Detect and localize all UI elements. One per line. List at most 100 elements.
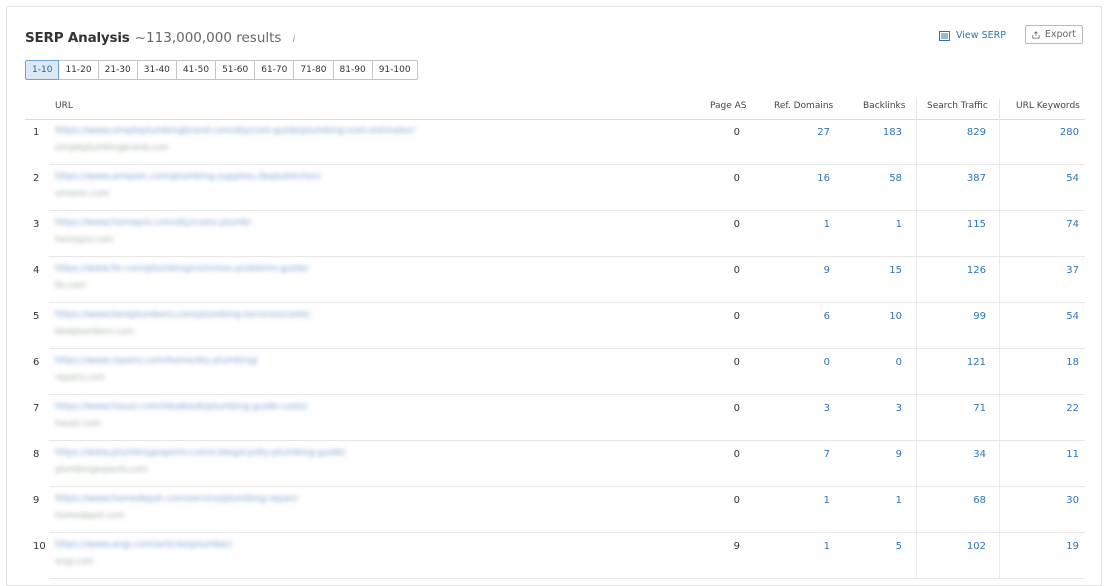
result-url-link[interactable]: https://www.bestplumbers.com/plumbing-se… [55, 310, 310, 320]
backlinks-value[interactable]: 0 [896, 357, 902, 368]
backlinks-value[interactable]: 15 [889, 265, 902, 276]
url-keywords-value[interactable]: 37 [1066, 265, 1079, 276]
search-traffic-value[interactable]: 121 [967, 357, 986, 368]
column-divider [999, 395, 1000, 441]
search-traffic-value[interactable]: 71 [973, 403, 986, 414]
page-button[interactable]: 21-30 [97, 60, 138, 80]
backlinks-value[interactable]: 3 [896, 403, 902, 414]
column-divider [916, 303, 917, 349]
backlinks-value[interactable]: 5 [896, 541, 902, 552]
column-divider [916, 487, 917, 533]
search-traffic-value[interactable]: 115 [967, 219, 986, 230]
page-button[interactable]: 41-50 [175, 60, 217, 80]
result-url-link[interactable]: https://www.repairs.com/home/diy-plumbin… [55, 356, 258, 366]
column-divider [916, 211, 917, 257]
backlinks-value[interactable]: 9 [896, 449, 902, 460]
backlinks-value[interactable]: 1 [896, 495, 902, 506]
row-rank: 7 [33, 403, 40, 414]
serp-analysis-panel: SERP Analysis ~113,000,000 results i Vie… [6, 6, 1102, 586]
export-button[interactable]: Export [1025, 25, 1083, 44]
ref-domains-value[interactable]: 6 [824, 311, 830, 322]
ref-domains-value[interactable]: 0 [824, 357, 830, 368]
url-keywords-value[interactable]: 18 [1066, 357, 1079, 368]
ref-domains-value[interactable]: 9 [824, 265, 830, 276]
column-divider [999, 303, 1000, 349]
search-traffic-value[interactable]: 99 [973, 311, 986, 322]
search-traffic-value[interactable]: 387 [967, 173, 986, 184]
column-header-url[interactable]: URL [55, 101, 73, 111]
column-header-url-keywords[interactable]: URL Keywords [1016, 101, 1080, 111]
url-keywords-value[interactable]: 74 [1066, 219, 1079, 230]
column-divider [999, 487, 1000, 533]
ref-domains-value[interactable]: 1 [824, 495, 830, 506]
pagination: 1-10 11-20 21-30 31-40 41-50 51-60 61-70 71-80 8… [25, 60, 418, 80]
backlinks-value[interactable]: 1 [896, 219, 902, 230]
result-url-link[interactable]: https://www.angi.com/articles/plumber/ [55, 540, 233, 550]
page-button[interactable]: 1-10 [25, 60, 60, 80]
page-button[interactable]: 51-60 [215, 60, 256, 80]
search-traffic-value[interactable]: 34 [973, 449, 986, 460]
ref-domains-value[interactable]: 1 [824, 219, 830, 230]
column-header-page-as[interactable]: Page AS [710, 101, 747, 111]
table-row: 4 https://www.fix.com/plumbing/common-pro… [25, 257, 1085, 303]
backlinks-value[interactable]: 183 [883, 127, 902, 138]
search-traffic-value[interactable]: 829 [967, 127, 986, 138]
result-domain: repairs.com [55, 373, 106, 383]
info-icon[interactable]: i [293, 34, 296, 45]
result-url-link[interactable]: https://www.homedepot.com/service/plumbi… [55, 494, 298, 504]
table-row: 2 https://www.amazon.com/plumbing-supplie… [25, 165, 1085, 211]
column-divider [916, 349, 917, 395]
search-traffic-value[interactable]: 102 [967, 541, 986, 552]
page-button[interactable]: 31-40 [136, 60, 177, 80]
ref-domains-value[interactable]: 3 [824, 403, 830, 414]
result-url-link[interactable]: https://www.houzz.com/ideabook/plumbing-… [55, 402, 307, 412]
url-keywords-value[interactable]: 30 [1066, 495, 1079, 506]
result-url-link[interactable]: https://www.fix.com/plumbing/common-prob… [55, 264, 309, 274]
column-divider [916, 441, 917, 487]
result-domain: plumbingexperts.com [55, 465, 148, 475]
url-keywords-value[interactable]: 54 [1066, 311, 1079, 322]
page-button[interactable]: 71-80 [293, 60, 334, 80]
page-button[interactable]: 91-100 [371, 60, 418, 80]
result-url-link[interactable]: https://www.homepro.com/diy/costs-plumb/ [55, 218, 251, 228]
result-domain: angi.com [55, 557, 95, 567]
result-url-link[interactable]: https://www.simpleplumbingbrand.com/diy/… [55, 126, 415, 136]
ref-domains-value[interactable]: 1 [824, 541, 830, 552]
column-divider [999, 99, 1000, 119]
page-button[interactable]: 61-70 [254, 60, 295, 80]
column-header-backlinks[interactable]: Backlinks [863, 101, 905, 111]
url-keywords-value[interactable]: 22 [1066, 403, 1079, 414]
column-divider [916, 395, 917, 441]
column-header-search-traffic[interactable]: Search Traffic [927, 101, 988, 111]
url-keywords-value[interactable]: 54 [1066, 173, 1079, 184]
page-as-value: 0 [733, 311, 740, 322]
result-url-link[interactable]: https://www.plumbingexperts.com/category… [55, 448, 346, 458]
page-button[interactable]: 81-90 [332, 60, 373, 80]
table-row: 6 https://www.repairs.com/home/diy-plumbi… [25, 349, 1085, 395]
url-keywords-value[interactable]: 280 [1060, 127, 1079, 138]
ref-domains-value[interactable]: 7 [824, 449, 830, 460]
result-domain: homepro.com [55, 235, 114, 245]
backlinks-value[interactable]: 58 [889, 173, 902, 184]
table-row: 7 https://www.houzz.com/ideabook/plumbing… [25, 395, 1085, 441]
row-rank: 8 [33, 449, 40, 460]
column-divider [916, 119, 917, 165]
page-button[interactable]: 11-20 [58, 60, 99, 80]
ref-domains-value[interactable]: 27 [817, 127, 830, 138]
column-divider [999, 533, 1000, 579]
page-as-value: 0 [733, 495, 740, 506]
result-domain: fix.com [55, 281, 87, 291]
column-divider [916, 99, 917, 119]
column-divider [999, 441, 1000, 487]
ref-domains-value[interactable]: 16 [817, 173, 830, 184]
search-traffic-value[interactable]: 126 [967, 265, 986, 276]
url-keywords-value[interactable]: 19 [1066, 541, 1079, 552]
url-keywords-value[interactable]: 11 [1066, 449, 1079, 460]
backlinks-value[interactable]: 10 [889, 311, 902, 322]
column-header-ref-domains[interactable]: Ref. Domains [774, 101, 833, 111]
result-url-link[interactable]: https://www.amazon.com/plumbing-supplies… [55, 172, 321, 182]
column-divider [999, 119, 1000, 165]
view-serp-link[interactable]: View SERP [939, 30, 1006, 41]
column-divider [999, 165, 1000, 211]
search-traffic-value[interactable]: 68 [973, 495, 986, 506]
